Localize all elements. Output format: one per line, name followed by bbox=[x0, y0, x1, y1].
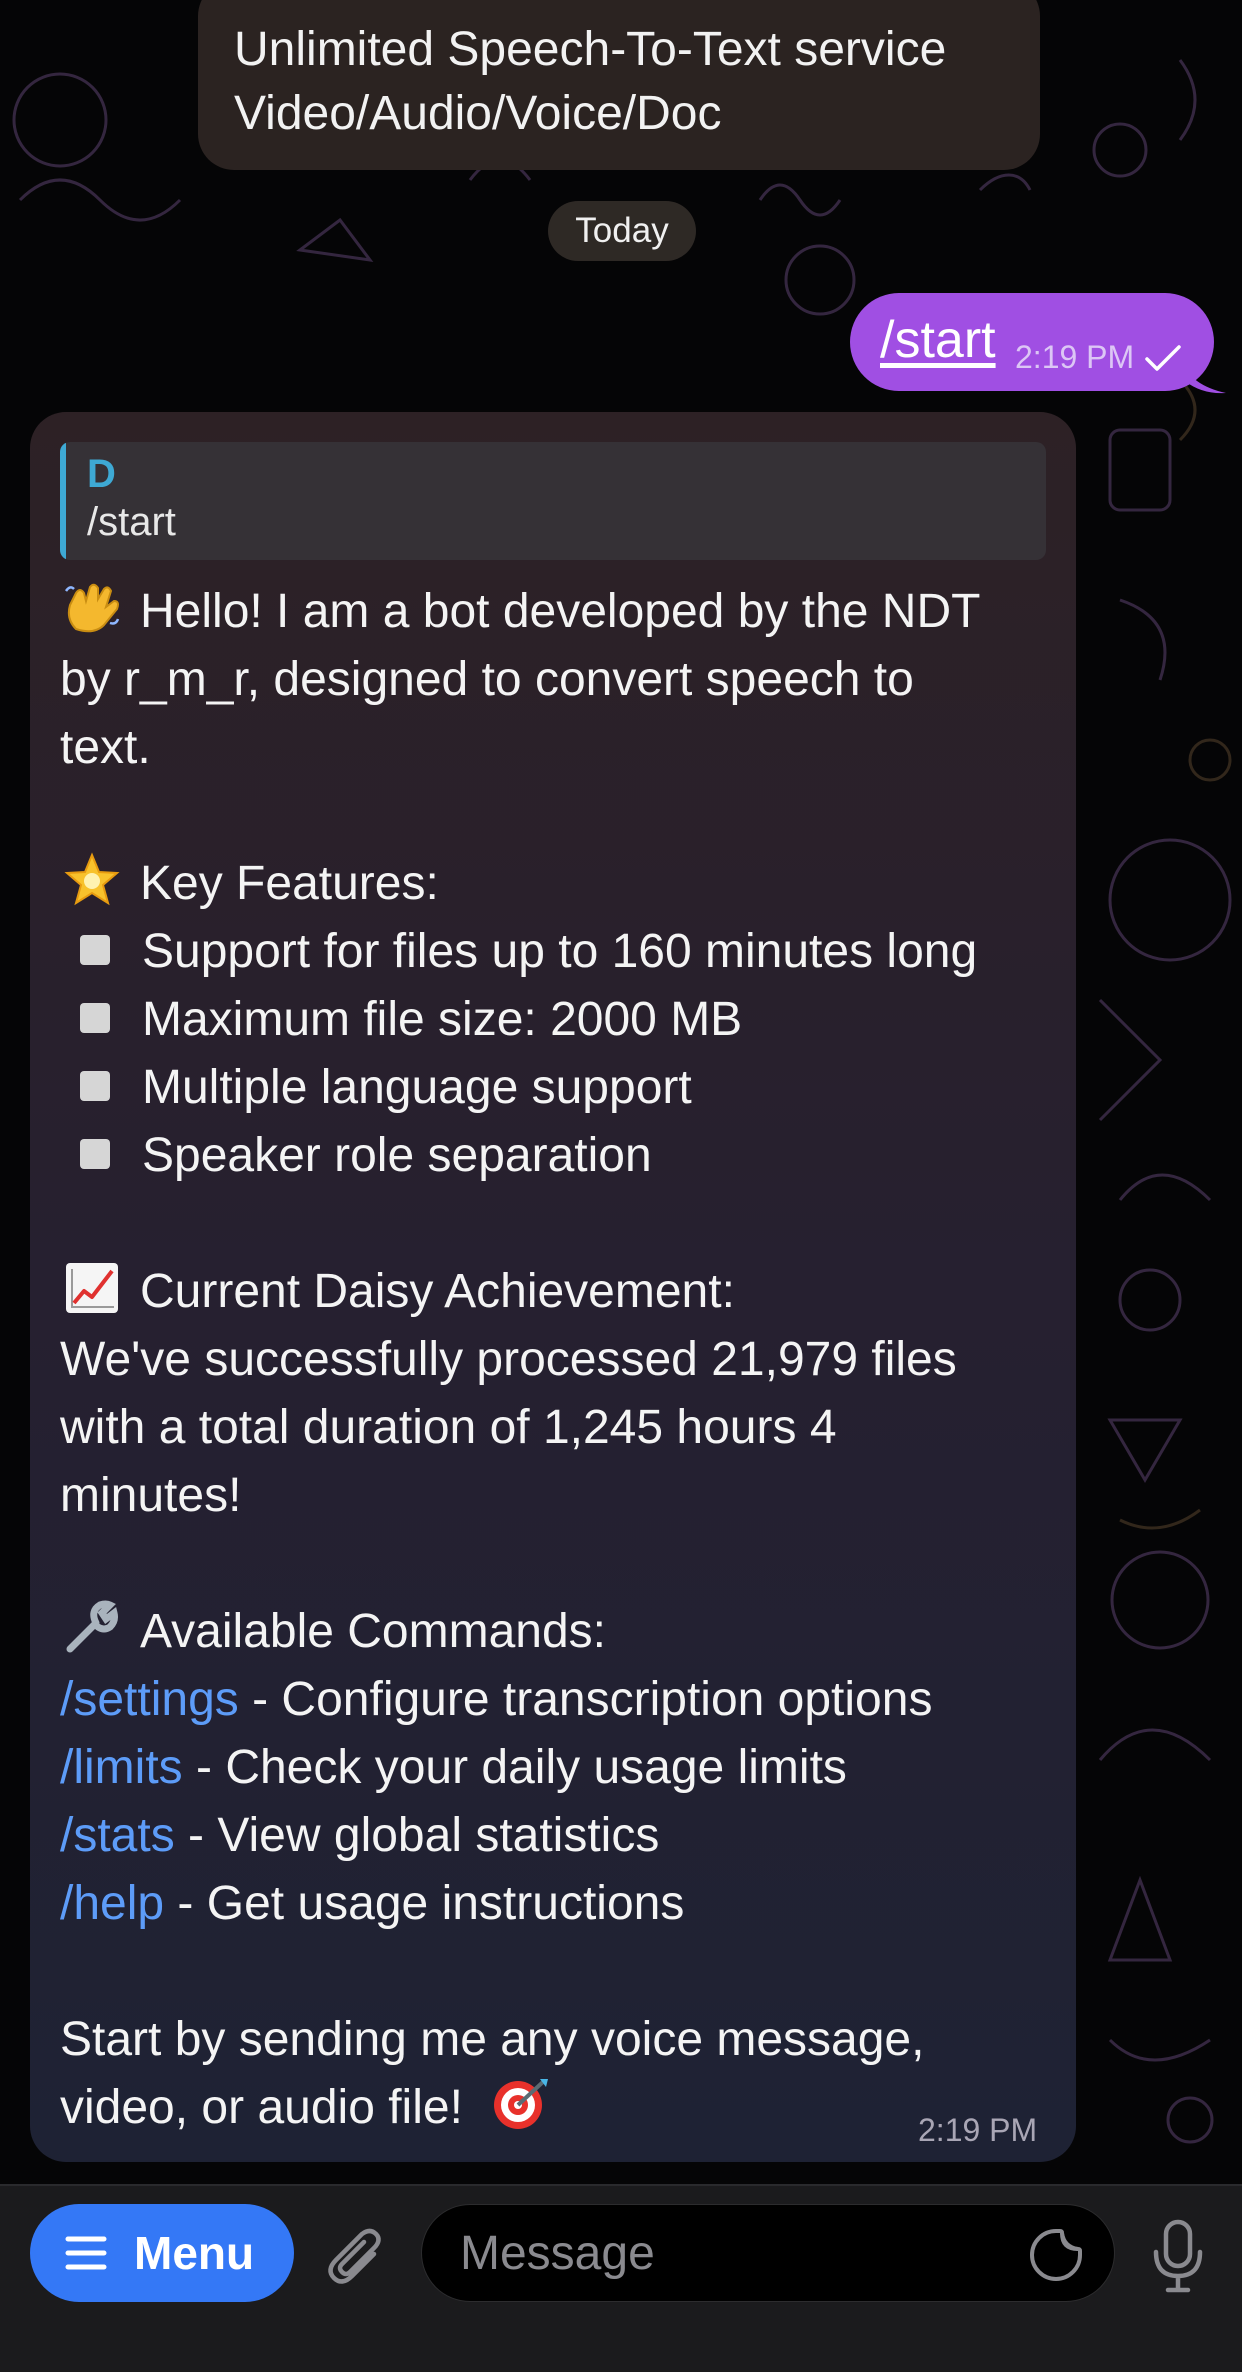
previous-message-line: Unlimited Speech-To-Text service bbox=[234, 23, 947, 76]
command-description: - Check your daily usage limits bbox=[182, 1741, 847, 1794]
previous-message-bubble[interactable]: Unlimited Speech-To-Text service Video/A… bbox=[198, 0, 1040, 170]
sticker-icon[interactable] bbox=[1028, 2227, 1084, 2283]
chart-increasing-icon bbox=[66, 1263, 118, 1313]
reply-quote[interactable]: D /start bbox=[60, 442, 1046, 560]
date-separator: Today bbox=[548, 201, 696, 261]
message-input[interactable]: Message bbox=[421, 2204, 1115, 2302]
feature-item: Support for files up to 160 minutes long bbox=[142, 925, 978, 978]
outro-text: video, or audio file! bbox=[60, 2081, 463, 2134]
message-placeholder: Message bbox=[460, 2227, 655, 2280]
command-description: - Get usage instructions bbox=[164, 1877, 685, 1930]
direct-hit-icon bbox=[494, 2079, 549, 2129]
command-description: - Configure transcription options bbox=[238, 1673, 933, 1726]
intro-text: Hello! I am a bot developed by the NDT bbox=[140, 585, 981, 638]
bot-message-text: Hello! I am a bot developed by the NDT b… bbox=[60, 578, 1050, 2142]
menu-button[interactable]: Menu bbox=[30, 2204, 294, 2302]
intro-text: by r_m_r, designed to convert speech to bbox=[60, 653, 914, 706]
command-description: - View global statistics bbox=[174, 1809, 660, 1862]
microphone-icon[interactable] bbox=[1148, 2216, 1208, 2296]
previous-message-line: Video/Audio/Voice/Doc bbox=[234, 87, 722, 140]
reply-text: /start bbox=[87, 500, 176, 544]
achievement-text: We've successfully processed 21,979 file… bbox=[60, 1333, 957, 1386]
outgoing-command-link[interactable]: /start bbox=[880, 308, 996, 372]
bullet-square-icon bbox=[80, 935, 110, 965]
bullet-square-icon bbox=[80, 1139, 110, 1169]
waving-hand-icon bbox=[64, 583, 120, 633]
feature-item: Multiple language support bbox=[142, 1061, 692, 1114]
wrench-icon bbox=[66, 1600, 118, 1653]
check-icon bbox=[1145, 345, 1181, 371]
outro-text: Start by sending me any voice message, bbox=[60, 2013, 925, 2066]
reply-author: D bbox=[87, 452, 116, 496]
limits-command-link[interactable]: /limits bbox=[60, 1741, 183, 1794]
achievement-text: minutes! bbox=[60, 1469, 242, 1522]
menu-label: Menu bbox=[134, 2227, 255, 2279]
features-title: Key Features: bbox=[140, 857, 439, 910]
feature-item: Speaker role separation bbox=[142, 1129, 652, 1182]
bubble-tail bbox=[1178, 355, 1226, 394]
commands-title: Available Commands: bbox=[140, 1605, 607, 1658]
achievement-title: Current Daisy Achievement: bbox=[140, 1265, 735, 1318]
glowing-star-icon bbox=[64, 852, 120, 906]
outgoing-timestamp: 2:19 PM bbox=[1015, 339, 1135, 375]
bullet-square-icon bbox=[80, 1003, 110, 1033]
bullet-square-icon bbox=[80, 1071, 110, 1101]
achievement-text: with a total duration of 1,245 hours 4 bbox=[60, 1401, 837, 1454]
menu-icon bbox=[65, 2236, 107, 2270]
reply-accent-bar bbox=[60, 442, 66, 560]
help-command-link[interactable]: /help bbox=[60, 1877, 164, 1930]
stats-command-link[interactable]: /stats bbox=[60, 1809, 175, 1862]
feature-item: Maximum file size: 2000 MB bbox=[142, 993, 743, 1046]
settings-command-link[interactable]: /settings bbox=[60, 1673, 239, 1726]
bot-message-timestamp: 2:19 PM bbox=[918, 2112, 1038, 2148]
intro-text: text. bbox=[60, 721, 151, 774]
paperclip-icon[interactable] bbox=[322, 2224, 392, 2294]
